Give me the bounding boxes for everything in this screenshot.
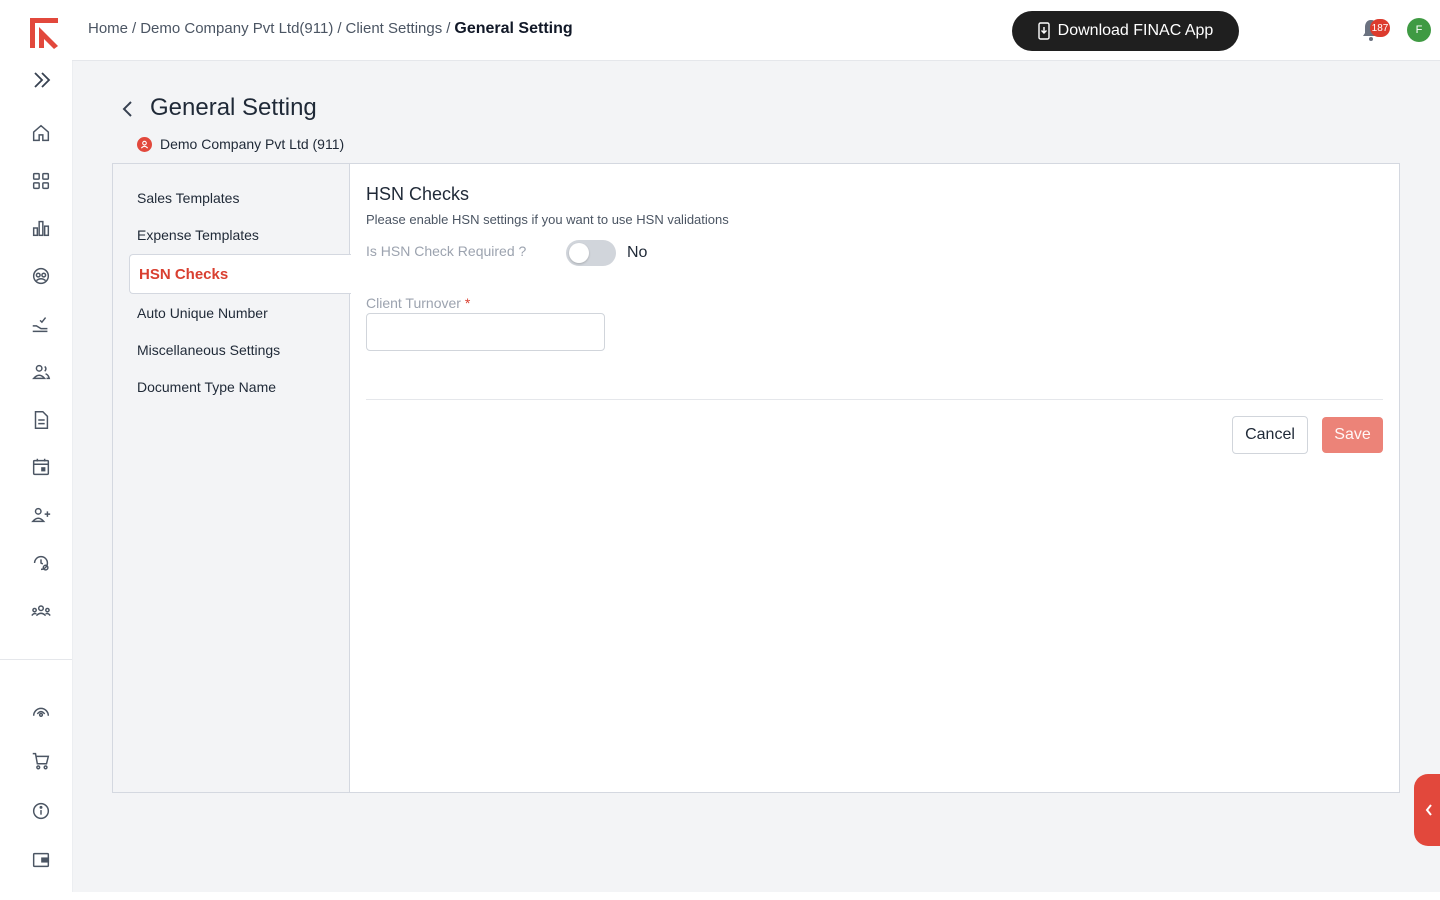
document-icon[interactable]: [29, 408, 53, 432]
form-divider: [366, 399, 1383, 400]
download-app-button[interactable]: Download FINAC App: [1012, 11, 1239, 51]
chevron-left-icon: [1425, 804, 1432, 816]
bar-chart-icon[interactable]: [29, 216, 53, 240]
toggle-knob: [569, 243, 589, 263]
menu-item-auto-unique-number[interactable]: Auto Unique Number: [137, 305, 268, 321]
section-description: Please enable HSN settings if you want t…: [366, 212, 729, 227]
required-asterisk: *: [464, 295, 471, 311]
hsn-check-label: Is HSN Check Required ?: [366, 243, 527, 259]
cart-icon[interactable]: [29, 749, 53, 773]
company-name: Demo Company Pvt Ltd (911): [160, 136, 345, 152]
user-avatar[interactable]: F: [1407, 18, 1431, 42]
section-title: HSN Checks: [366, 184, 470, 204]
calendar-icon[interactable]: [29, 455, 53, 479]
support-icon[interactable]: [29, 701, 53, 725]
wallet-icon[interactable]: [29, 848, 53, 872]
breadcrumb-separator: /: [132, 20, 137, 37]
menu-item-sales-templates[interactable]: Sales Templates: [137, 190, 239, 206]
breadcrumb-separator: /: [337, 20, 342, 37]
sidebar: [0, 0, 73, 892]
hsn-check-toggle[interactable]: [566, 240, 616, 266]
client-turnover-label: Client Turnover *: [366, 295, 470, 311]
back-arrow-icon[interactable]: [117, 97, 139, 121]
menu-item-hsn-checks[interactable]: HSN Checks: [129, 254, 351, 294]
page-title: General Setting: [150, 94, 317, 121]
dashboard-grid-icon[interactable]: [29, 169, 53, 193]
cancel-button[interactable]: Cancel: [1232, 416, 1308, 454]
client-turnover-label-text: Client Turnover: [366, 295, 461, 311]
history-settings-icon[interactable]: [29, 551, 53, 575]
top-header: Home / Demo Company Pvt Ltd(911) / Client Se…: [72, 0, 1440, 61]
bottom-strip: [0, 892, 1440, 900]
home-icon[interactable]: [29, 121, 53, 145]
menu-item-expense-templates[interactable]: Expense Templates: [137, 227, 259, 243]
breadcrumb-home[interactable]: Home: [88, 20, 128, 37]
side-drawer-toggle[interactable]: [1414, 774, 1440, 846]
breadcrumb-company[interactable]: Demo Company Pvt Ltd(911): [140, 20, 333, 37]
client-turnover-input[interactable]: [366, 313, 605, 351]
menu-item-miscellaneous-settings[interactable]: Miscellaneous Settings: [137, 342, 280, 358]
save-button[interactable]: Save: [1322, 417, 1383, 453]
sidebar-divider: [0, 659, 72, 660]
menu-item-document-type-name[interactable]: Document Type Name: [137, 379, 276, 395]
hand-check-icon[interactable]: [29, 312, 53, 336]
users-icon[interactable]: [29, 360, 53, 384]
breadcrumb-current: General Setting: [454, 20, 573, 37]
notification-badge: 187: [1370, 19, 1390, 37]
user-add-icon[interactable]: [29, 503, 53, 527]
settings-panel: Sales Templates Expense Templates Auto U…: [112, 163, 1400, 793]
breadcrumb-client-settings[interactable]: Client Settings: [346, 20, 443, 37]
company-label: Demo Company Pvt Ltd (911): [137, 136, 344, 152]
expand-icon[interactable]: [30, 68, 54, 92]
breadcrumb: Home / Demo Company Pvt Ltd(911) / Client Se…: [88, 20, 573, 38]
company-user-icon: [137, 136, 152, 152]
team-icon[interactable]: [29, 599, 53, 623]
phone-download-icon: [1037, 22, 1050, 40]
hsn-check-value: No: [627, 244, 648, 261]
contacts-icon[interactable]: [29, 264, 53, 288]
info-icon[interactable]: [29, 799, 53, 823]
breadcrumb-separator: /: [446, 20, 451, 37]
logo-icon[interactable]: [28, 16, 62, 50]
download-app-label: Download FINAC App: [1057, 22, 1214, 39]
